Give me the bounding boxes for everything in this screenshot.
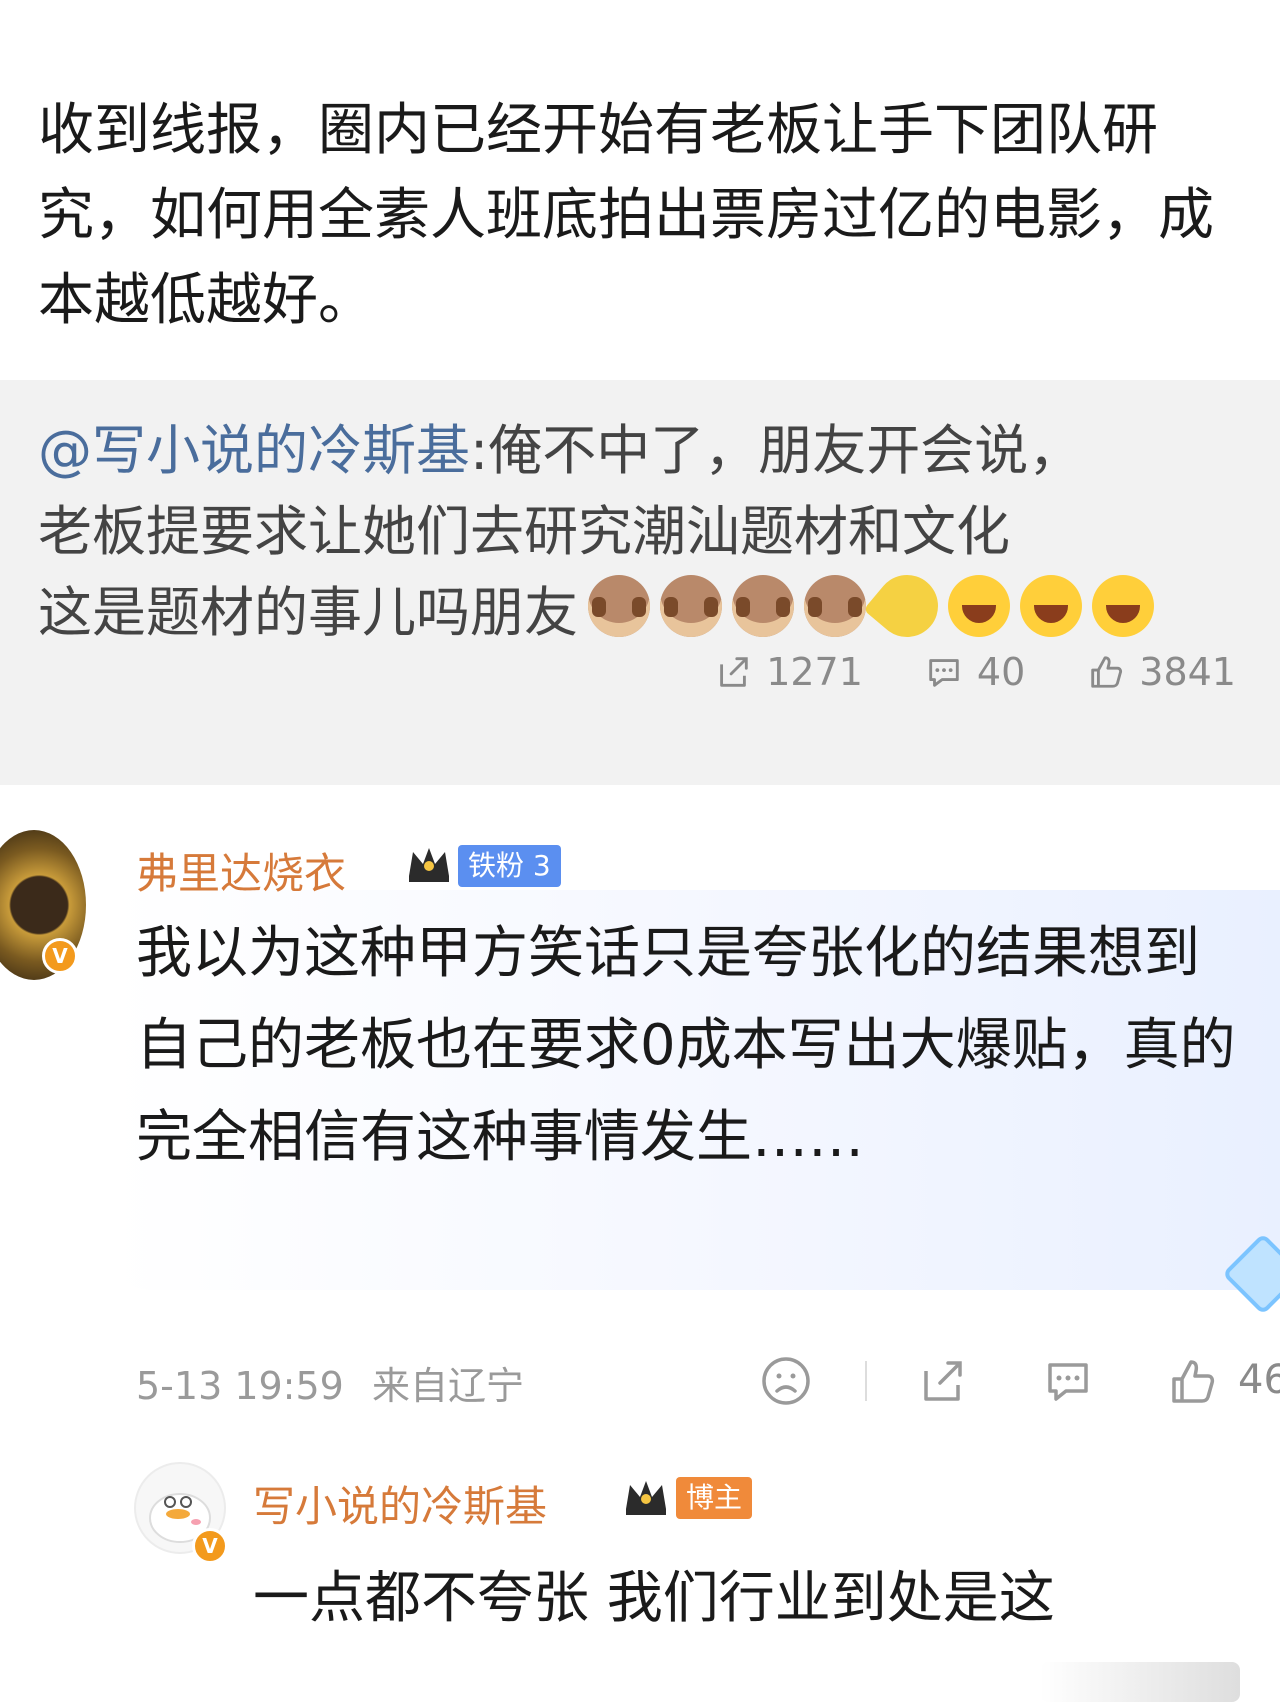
crown-icon: [409, 848, 449, 882]
like-button[interactable]: 3841: [1087, 650, 1236, 694]
sad-face-icon[interactable]: [760, 1355, 812, 1407]
comment-button[interactable]: 40: [925, 650, 1025, 694]
see-no-evil-monkey-icon: [660, 575, 722, 637]
comment-location: 来自辽宁: [371, 1364, 524, 1408]
comment-count: 40: [976, 650, 1026, 694]
thumbs-up-icon[interactable]: [1166, 1355, 1218, 1407]
comment-like-count: 46: [1238, 1357, 1280, 1403]
comment-actions: 46: [760, 1355, 1280, 1407]
repost-card[interactable]: @写小说的冷斯基:俺不中了，朋友开会说， 老板提要求让她们去研究潮汕题材和文化 …: [0, 380, 1280, 785]
like-count: 3841: [1139, 650, 1236, 694]
thumbs-up-icon: [1091, 656, 1123, 688]
see-no-evil-monkey-icon: [804, 575, 866, 637]
comment-text: 我以为这种甲方笑话只是夸张化的结果想到自己的老板也在要求0成本写出大爆贴，真的完…: [136, 921, 1236, 1170]
reply-text: 一点都不夸张 我们行业到处是这: [253, 1566, 1055, 1631]
replier-username[interactable]: 写小说的冷斯基: [253, 1473, 547, 1534]
see-no-evil-monkey-icon: [732, 575, 794, 637]
watermark: [1040, 1662, 1240, 1702]
verified-badge: V: [192, 1528, 228, 1564]
repost-line-3: 这是题材的事儿吗朋友: [38, 562, 1248, 653]
share-icon: [720, 657, 748, 687]
comment-meta: 5-13 19:59 来自辽宁: [136, 1355, 524, 1410]
commenter-username[interactable]: 弗里达烧衣: [136, 840, 346, 901]
repost-count: 1271: [766, 650, 863, 694]
repost-stats: 1271 40 3841: [714, 650, 1236, 694]
comment-timestamp: 5-13 19:59: [136, 1364, 344, 1408]
repost-line-3-text: 这是题材的事儿吗朋友: [38, 581, 578, 644]
fan-level-badge: 铁粉 3: [458, 845, 561, 887]
repost-line-1: @写小说的冷斯基:俺不中了，朋友开会说，: [38, 410, 1248, 491]
laughing-tears-icon: [948, 575, 1010, 637]
comment-icon: [929, 659, 959, 687]
post-text: 收到线报，圈内已经开始有老板让手下团队研究，如何用全素人班底拍出票房过亿的电影，…: [38, 98, 1214, 333]
laughing-tears-icon: [1020, 575, 1082, 637]
comment-icon[interactable]: [1042, 1355, 1094, 1407]
see-no-evil-monkey-icon: [588, 575, 650, 637]
lightbulb-icon: [863, 562, 951, 650]
repost-text: @写小说的冷斯基:俺不中了，朋友开会说， 老板提要求让她们去研究潮汕题材和文化 …: [38, 410, 1248, 653]
repost-button[interactable]: 1271: [714, 650, 863, 694]
share-icon[interactable]: [916, 1355, 968, 1407]
laughing-tears-icon: [1092, 575, 1154, 637]
repost-line-1-text: :俺不中了，朋友开会说，: [470, 419, 1083, 482]
verified-badge: V: [42, 938, 78, 974]
mention-link[interactable]: @写小说的冷斯基: [38, 419, 470, 482]
crown-icon: [626, 1481, 666, 1515]
blogger-badge: 博主: [676, 1477, 753, 1519]
repost-line-2: 老板提要求让她们去研究潮汕题材和文化: [38, 500, 1010, 563]
action-divider: [865, 1361, 867, 1401]
